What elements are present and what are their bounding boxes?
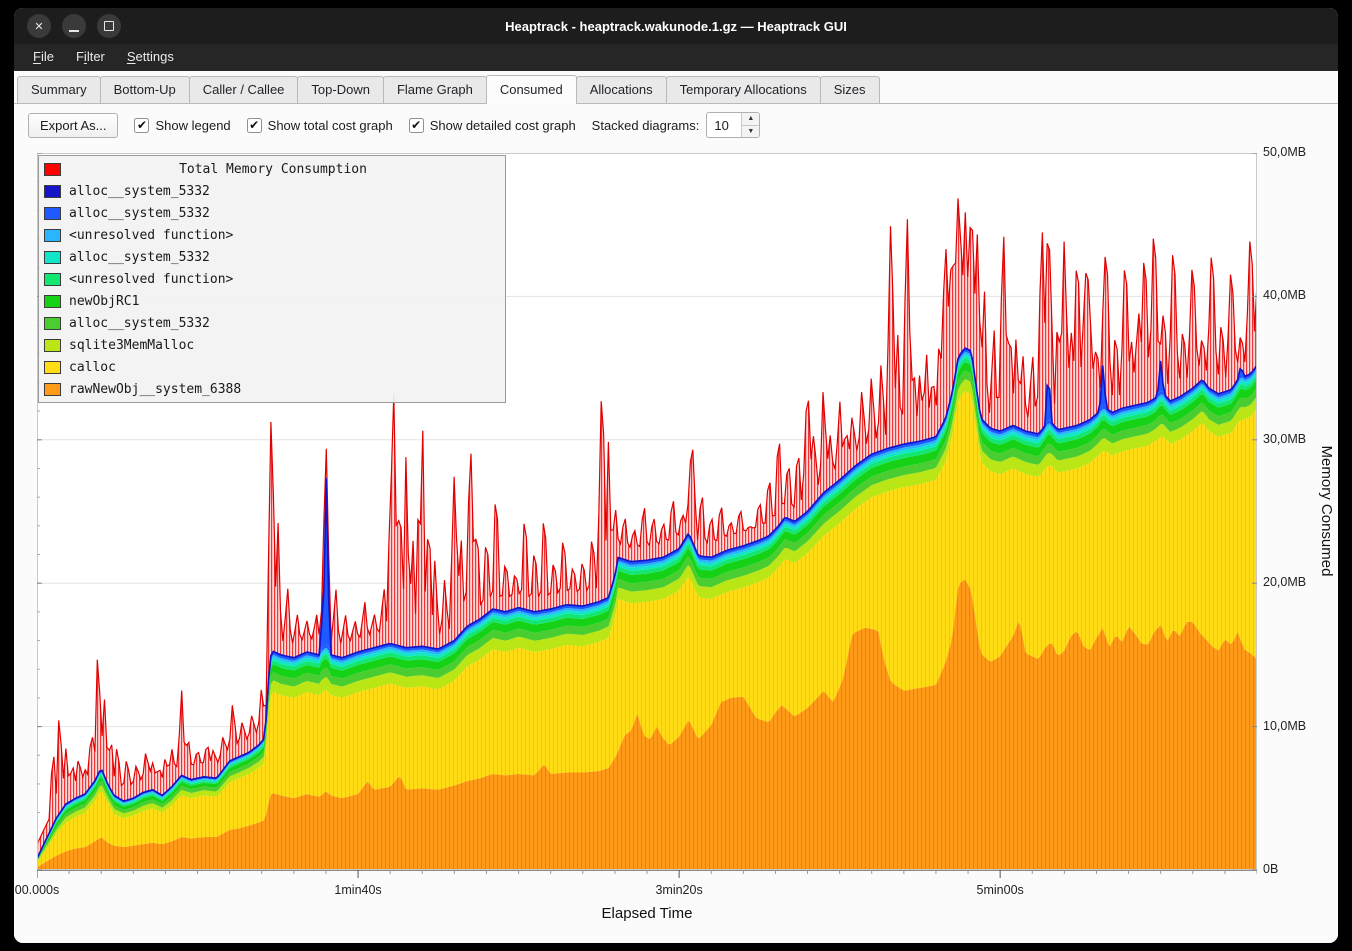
stacked-diagrams-group: Stacked diagrams: 10 ▲ ▼ [592,112,761,138]
chevron-down-icon: ▼ [747,128,754,135]
chart-area: Total Memory Consumption alloc__system_53… [14,147,1338,943]
legend-item: alloc__system_5332 [42,312,502,334]
legend-title: Total Memory Consumption [69,162,477,177]
legend-item: rawNewObj__system_6388 [42,378,502,400]
tab-top-down[interactable]: Top-Down [297,76,384,103]
legend-label: <unresolved function> [69,228,233,243]
x-axis-title: Elapsed Time [602,905,693,922]
tab-temporary-allocations[interactable]: Temporary Allocations [666,76,821,103]
menu-settings[interactable]: Settings [116,44,185,71]
spin-up-button[interactable]: ▲ [742,113,759,125]
menu-file[interactable]: File [22,44,65,71]
checkbox-label: Show total cost graph [268,118,393,133]
x-tick-label: 1min40s [334,883,381,897]
y-tick-label: 50,0MB [1263,145,1306,159]
menubar: FileFilterSettings [14,44,1338,71]
tab-bottom-up[interactable]: Bottom-Up [100,76,190,103]
minimize-button[interactable] [62,14,86,38]
legend-swatch [44,163,61,176]
tab-flame-graph[interactable]: Flame Graph [383,76,487,103]
legend-item: alloc__system_5332 [42,180,502,202]
toolbar: Export As... ✔ Show legend ✔ Show total cos… [14,104,1338,147]
checkbox-show-total-cost-graph[interactable]: ✔ Show total cost graph [247,118,393,133]
tab-caller-callee[interactable]: Caller / Callee [189,76,299,103]
tab-summary[interactable]: Summary [17,76,101,103]
x-tick-label: 3min20s [655,883,702,897]
legend-label: sqlite3MemMalloc [69,338,194,353]
spin-down-button[interactable]: ▼ [742,125,759,138]
legend-title-row: Total Memory Consumption [42,158,502,180]
legend-swatch [44,207,61,220]
export-as-button[interactable]: Export As... [28,113,118,138]
menu-filter[interactable]: Filter [65,44,116,71]
legend-item: <unresolved function> [42,268,502,290]
checkbox-show-legend[interactable]: ✔ Show legend [134,118,230,133]
checkbox-label: Show legend [155,118,230,133]
legend-swatch [44,251,61,264]
legend-label: <unresolved function> [69,272,233,287]
checkbox-show-detailed-cost-graph[interactable]: ✔ Show detailed cost graph [409,118,576,133]
legend-swatch [44,317,61,330]
y-tick-label: 20,0MB [1263,575,1306,589]
x-tick-label: 00.000s [15,883,59,897]
legend-item: newObjRC1 [42,290,502,312]
close-icon: ✕ [34,20,43,33]
maximize-icon [104,21,114,31]
y-tick-label: 30,0MB [1263,432,1306,446]
chevron-up-icon: ▲ [747,115,754,122]
legend-label: alloc__system_5332 [69,206,210,221]
legend-swatch [44,383,61,396]
y-tick-label: 0B [1263,862,1278,876]
legend-swatch [44,229,61,242]
stacked-diagrams-spinbox[interactable]: 10 ▲ ▼ [706,112,760,138]
close-button[interactable]: ✕ [27,14,51,38]
legend-label: newObjRC1 [69,294,139,309]
legend-swatch [44,339,61,352]
minimize-icon [69,30,79,32]
checkmark-icon: ✔ [409,118,424,133]
legend-label: alloc__system_5332 [69,316,210,331]
heaptrack-window: ✕ Heaptrack - heaptrack.wakunode.1.gz — … [14,8,1338,943]
tab-consumed[interactable]: Consumed [486,75,577,104]
tab-allocations[interactable]: Allocations [576,76,667,103]
legend-label: alloc__system_5332 [69,250,210,265]
legend-item: <unresolved function> [42,224,502,246]
legend-swatch [44,295,61,308]
tab-bar: SummaryBottom-UpCaller / CalleeTop-DownF… [14,71,1338,104]
legend-item: alloc__system_5332 [42,246,502,268]
y-axis-title: Memory Consumed [1318,446,1335,577]
checkmark-icon: ✔ [247,118,262,133]
y-tick-label: 40,0MB [1263,288,1306,302]
legend-swatch [44,273,61,286]
legend-item: calloc [42,356,502,378]
tab-sizes[interactable]: Sizes [820,76,880,103]
legend-label: rawNewObj__system_6388 [69,382,241,397]
legend-label: alloc__system_5332 [69,184,210,199]
toolbar-checkboxes: ✔ Show legend ✔ Show total cost graph ✔ Show … [134,118,575,133]
checkbox-label: Show detailed cost graph [430,118,576,133]
stacked-diagrams-label: Stacked diagrams: [592,118,700,133]
legend-label: calloc [69,360,116,375]
y-tick-label: 10,0MB [1263,719,1306,733]
legend-swatch [44,185,61,198]
window-title: Heaptrack - heaptrack.wakunode.1.gz — He… [505,19,847,34]
legend-swatch [44,361,61,374]
stacked-diagrams-value[interactable]: 10 [707,113,741,137]
legend-item: alloc__system_5332 [42,202,502,224]
spin-buttons: ▲ ▼ [741,113,759,137]
maximize-button[interactable] [97,14,121,38]
window-controls: ✕ [27,14,121,38]
chart-legend: Total Memory Consumption alloc__system_53… [38,155,506,403]
x-tick-label: 5min00s [977,883,1024,897]
checkmark-icon: ✔ [134,118,149,133]
titlebar[interactable]: ✕ Heaptrack - heaptrack.wakunode.1.gz — … [14,8,1338,44]
legend-item: sqlite3MemMalloc [42,334,502,356]
